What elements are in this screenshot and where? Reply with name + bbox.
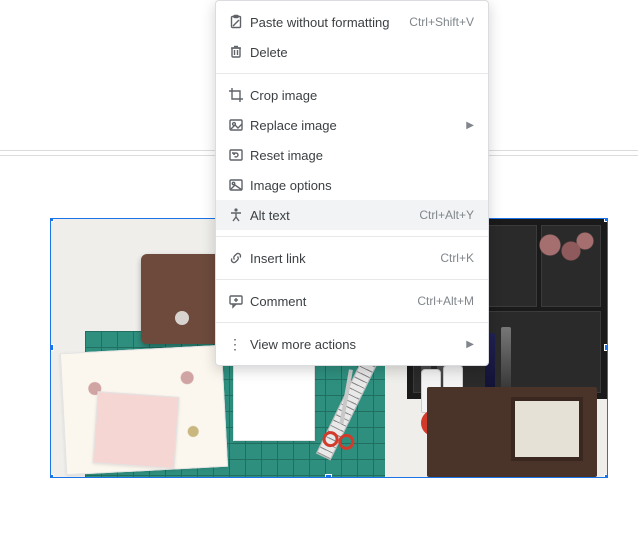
menu-item-shortcut: Ctrl+K bbox=[428, 251, 474, 265]
wooden-box bbox=[427, 387, 597, 477]
resize-handle-br[interactable] bbox=[604, 474, 608, 478]
crop-icon bbox=[228, 87, 250, 103]
reset-image-icon bbox=[228, 147, 250, 163]
menu-item-image-options[interactable]: Image options bbox=[216, 170, 488, 200]
dried-flowers bbox=[529, 229, 599, 269]
replace-image-icon bbox=[228, 117, 250, 133]
menu-item-paste-without-formatting[interactable]: Paste without formatting Ctrl+Shift+V bbox=[216, 7, 488, 37]
resize-handle-bl[interactable] bbox=[50, 474, 54, 478]
menu-item-delete[interactable]: Delete bbox=[216, 37, 488, 67]
comment-icon bbox=[228, 293, 250, 309]
accessibility-icon bbox=[228, 207, 250, 223]
submenu-arrow-icon: ▶ bbox=[454, 339, 474, 350]
menu-item-shortcut: Ctrl+Alt+M bbox=[405, 294, 474, 308]
menu-item-label: Paste without formatting bbox=[250, 15, 397, 30]
resize-handle-tl[interactable] bbox=[50, 218, 54, 222]
menu-separator bbox=[216, 236, 488, 237]
editor-canvas: Paste without formatting Ctrl+Shift+V De… bbox=[0, 0, 638, 543]
menu-item-shortcut: Ctrl+Alt+Y bbox=[407, 208, 474, 222]
image-options-icon bbox=[228, 177, 250, 193]
menu-item-replace-image[interactable]: Replace image ▶ bbox=[216, 110, 488, 140]
link-icon bbox=[228, 250, 250, 266]
pink-card bbox=[93, 391, 180, 469]
menu-item-label: Comment bbox=[250, 294, 405, 309]
submenu-arrow-icon: ▶ bbox=[454, 120, 474, 131]
menu-item-label: Insert link bbox=[250, 251, 428, 266]
trash-icon bbox=[228, 44, 250, 60]
resize-handle-b[interactable] bbox=[325, 474, 332, 478]
menu-item-label: Alt text bbox=[250, 208, 407, 223]
more-icon: ⋮ bbox=[228, 337, 250, 351]
menu-separator bbox=[216, 322, 488, 323]
paste-no-format-icon bbox=[228, 14, 250, 30]
menu-item-label: Replace image bbox=[250, 118, 454, 133]
resize-handle-l[interactable] bbox=[50, 344, 54, 351]
menu-item-view-more-actions[interactable]: ⋮ View more actions ▶ bbox=[216, 329, 488, 359]
resize-handle-tr[interactable] bbox=[604, 218, 608, 222]
menu-item-label: Delete bbox=[250, 45, 474, 60]
notebook-clasp bbox=[175, 311, 189, 325]
menu-item-label: View more actions bbox=[250, 337, 454, 352]
resize-handle-r[interactable] bbox=[604, 344, 608, 351]
menu-item-reset-image[interactable]: Reset image bbox=[216, 140, 488, 170]
menu-item-insert-link[interactable]: Insert link Ctrl+K bbox=[216, 243, 488, 273]
context-menu: Paste without formatting Ctrl+Shift+V De… bbox=[215, 0, 489, 366]
menu-item-comment[interactable]: Comment Ctrl+Alt+M bbox=[216, 286, 488, 316]
menu-separator bbox=[216, 279, 488, 280]
menu-item-alt-text[interactable]: Alt text Ctrl+Alt+Y bbox=[216, 200, 488, 230]
menu-item-crop-image[interactable]: Crop image bbox=[216, 80, 488, 110]
menu-item-shortcut: Ctrl+Shift+V bbox=[397, 15, 474, 29]
menu-separator bbox=[216, 73, 488, 74]
menu-item-label: Reset image bbox=[250, 148, 474, 163]
menu-item-label: Crop image bbox=[250, 88, 474, 103]
menu-item-label: Image options bbox=[250, 178, 474, 193]
